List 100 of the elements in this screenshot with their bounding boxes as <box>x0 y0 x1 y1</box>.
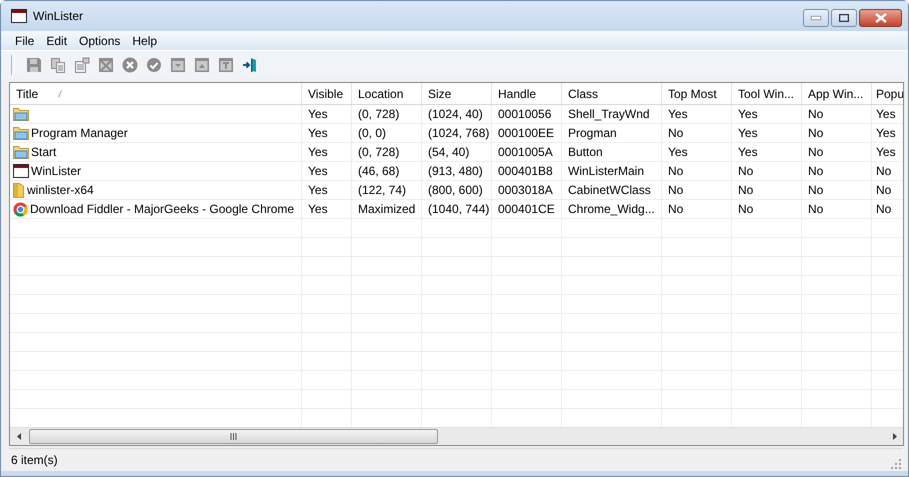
table-cell: 000401CE <box>492 200 562 219</box>
table-cell: (1040, 744) <box>422 200 492 219</box>
table-cell: No <box>662 162 732 181</box>
menu-item[interactable]: Help <box>126 34 164 48</box>
table-cell: (46, 68) <box>352 162 422 181</box>
table-cell: Button <box>562 143 662 162</box>
table-cell: 0001005A <box>492 143 562 162</box>
window-down-icon <box>170 57 186 73</box>
table-cell: Yes <box>302 162 352 181</box>
table-cell: Shell_TrayWnd <box>562 105 662 124</box>
document-icon <box>74 57 90 73</box>
table-cell: No <box>802 200 872 219</box>
maximize-button[interactable] <box>831 9 857 27</box>
table-cell: No <box>732 162 802 181</box>
column-header[interactable]: Handle <box>492 83 562 104</box>
minimize-icon <box>811 16 821 20</box>
column-header[interactable]: Top Most <box>662 83 732 104</box>
column-header[interactable]: Title <box>10 83 302 104</box>
table-cell: Yes <box>302 200 352 219</box>
maximize-icon <box>839 14 849 22</box>
table-cell: Yes <box>662 143 732 162</box>
table-cell: Download Fiddler - MajorGeeks - Google Chrome <box>30 202 294 216</box>
exit-door-icon <box>242 57 258 73</box>
window-icon <box>13 164 29 178</box>
table-cell: No <box>802 143 872 162</box>
check-circle-icon <box>146 57 162 73</box>
table-cell: (0, 728) <box>352 143 422 162</box>
table-cell: Yes <box>302 181 352 200</box>
menu-item[interactable]: File <box>9 34 40 48</box>
left-arrow-icon <box>16 433 20 440</box>
table-cell: No <box>802 181 872 200</box>
table-cell: Yes <box>872 124 903 143</box>
menu-item[interactable]: Edit <box>40 34 74 48</box>
table-cell: Progman <box>562 124 662 143</box>
window-x-icon <box>98 57 114 73</box>
table-cell: CabinetWClass <box>562 181 662 200</box>
table-cell: No <box>662 200 732 219</box>
table-cell: (0, 0) <box>352 124 422 143</box>
table-cell: WinLister <box>31 164 82 178</box>
column-header[interactable]: Location <box>352 83 422 104</box>
table-cell: 0003018A <box>492 181 562 200</box>
folder-icon <box>13 107 29 121</box>
column-header[interactable]: Class <box>562 83 662 104</box>
table-cell: No <box>732 181 802 200</box>
table-cell: Yes <box>302 124 352 143</box>
table-cell: No <box>802 162 872 181</box>
scrollbar-thumb[interactable] <box>29 429 438 444</box>
table-cell: Yes <box>302 143 352 162</box>
table-cell: (1024, 768) <box>422 124 492 143</box>
table-cell: 00010056 <box>492 105 562 124</box>
table-cell: No <box>872 181 903 200</box>
x-circle-icon <box>122 57 138 73</box>
column-header[interactable]: Tool Win... <box>732 83 802 104</box>
right-arrow-icon <box>892 433 896 440</box>
resize-grip-icon <box>891 459 901 469</box>
table-cell: Yes <box>732 124 802 143</box>
table-cell: No <box>802 105 872 124</box>
table-cell: Yes <box>872 105 903 124</box>
window-up-icon <box>194 57 210 73</box>
table-cell: Program Manager <box>31 126 128 140</box>
table-cell: Chrome_Widg... <box>562 200 662 219</box>
grip-icon <box>230 433 237 440</box>
table-cell: (800, 600) <box>422 181 492 200</box>
table-cell: Yes <box>732 105 802 124</box>
copy-icon <box>50 57 66 73</box>
column-header[interactable]: Popu <box>872 83 903 104</box>
minimize-button[interactable] <box>803 9 829 27</box>
table-cell: (122, 74) <box>352 181 422 200</box>
column-header[interactable]: Visible <box>302 83 352 104</box>
table-cell: No <box>732 200 802 219</box>
table-cell: No <box>662 181 732 200</box>
folder-icon <box>13 182 25 198</box>
table-cell: No <box>872 162 903 181</box>
table-cell: No <box>662 124 732 143</box>
table-cell: winlister-x64 <box>27 183 94 197</box>
table-cell: (1024, 40) <box>422 105 492 124</box>
table-cell: (54, 40) <box>422 143 492 162</box>
table-cell: Yes <box>732 143 802 162</box>
table-cell: Yes <box>872 143 903 162</box>
table-cell: No <box>802 124 872 143</box>
table-cell: (0, 728) <box>352 105 422 124</box>
column-header[interactable]: Size <box>422 83 492 104</box>
status-text: 6 item(s) <box>11 453 59 467</box>
folder-icon <box>13 145 29 159</box>
table-cell: Yes <box>662 105 732 124</box>
window-icon <box>218 57 234 73</box>
column-header[interactable]: App Win... <box>802 83 872 104</box>
table-cell: (913, 480) <box>422 162 492 181</box>
close-icon <box>874 13 886 23</box>
table-cell: 000100EE <box>492 124 562 143</box>
table-cell: WinListerMain <box>562 162 662 181</box>
table-cell: No <box>872 200 903 219</box>
table-cell: Yes <box>302 105 352 124</box>
window-title: WinLister <box>33 9 84 23</box>
table-cell: 000401B8 <box>492 162 562 181</box>
browser-icon <box>13 202 28 216</box>
table-cell: Start <box>31 145 56 159</box>
menu-item[interactable]: Options <box>73 34 126 48</box>
close-button[interactable] <box>859 9 902 27</box>
app-window-icon <box>11 9 27 23</box>
